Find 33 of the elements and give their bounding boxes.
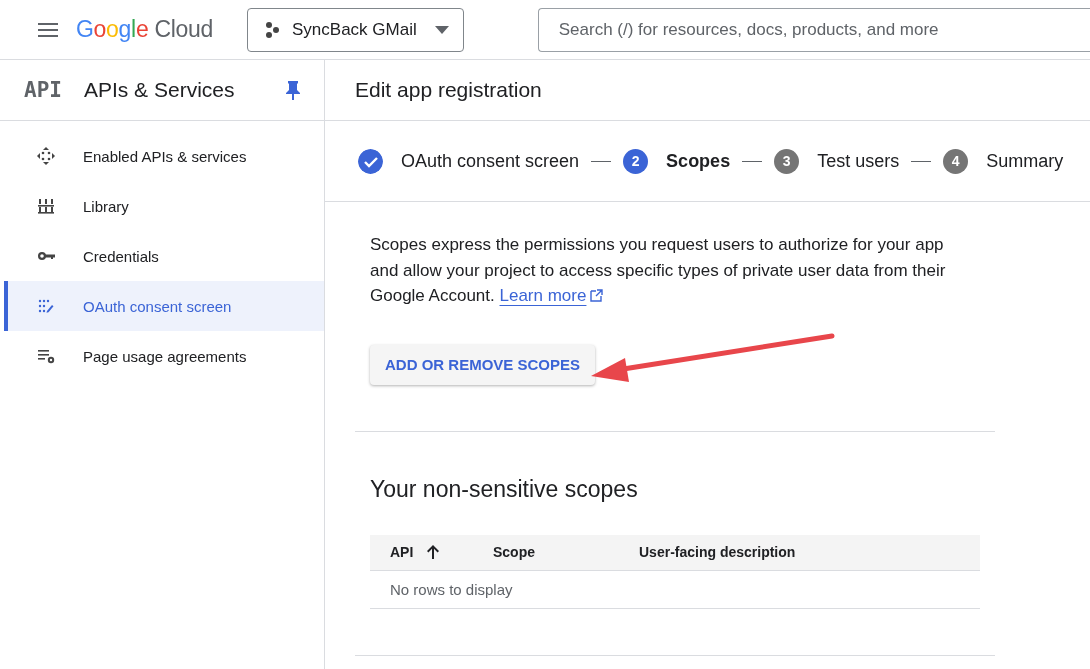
sort-up-icon[interactable] (425, 544, 442, 560)
hub-icon (36, 146, 56, 166)
search-field[interactable]: Search (/) for resources, docs, products, and more (537, 7, 1090, 52)
sidebar-title: APIs & Services (83, 78, 236, 102)
sidebar-item[interactable]: OAuth consent screen (4, 281, 324, 331)
step-number: 3 (774, 148, 800, 174)
external-link-icon[interactable] (590, 289, 604, 302)
step-number: 4 (943, 148, 969, 174)
step-label[interactable]: OAuth consent screen (401, 150, 580, 172)
project-icon (264, 20, 282, 39)
column-header[interactable]: User-facing description (639, 534, 980, 570)
api-label: API (24, 78, 62, 102)
sidebar-item[interactable]: Credentials (4, 231, 324, 281)
column-header[interactable]: Scope (493, 534, 639, 570)
learn-more-link[interactable]: Learn more (499, 286, 587, 305)
pin-icon[interactable] (284, 80, 302, 100)
sidebar-item[interactable]: Enabled APIs & services (4, 131, 324, 181)
intro-paragraph: Scopes express the permissions you request users to authorize for your app and allow your project to access specific types of private user data from their Google Account. Learn more (370, 234, 947, 307)
step-number: 2 (623, 148, 649, 174)
library-icon (36, 196, 56, 216)
page-title: Edit app registration (355, 78, 542, 102)
logo[interactable]: Google Cloud (76, 16, 213, 43)
caret-icon (434, 25, 449, 34)
step-label[interactable]: Summary (986, 150, 1064, 172)
empty-message: No rows to display (370, 570, 980, 608)
step-label[interactable]: Test users (817, 150, 900, 172)
section-title: Your non-sensitive scopes (370, 475, 639, 503)
sidebar-item[interactable]: Library (4, 181, 324, 231)
step-label[interactable]: Scopes (666, 150, 731, 172)
sidebar-item[interactable]: Page usage agreements (4, 331, 324, 381)
column-header[interactable]: API (370, 534, 493, 570)
project-selector[interactable]: SyncBack GMail (247, 7, 464, 52)
add-scopes-button[interactable]: ADD OR REMOVE SCOPES (370, 344, 596, 385)
